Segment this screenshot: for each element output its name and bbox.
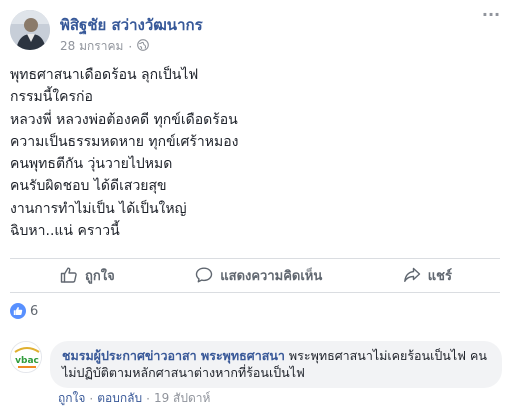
post-action-bar: ถูกใจ แสดงความคิดเห็น แชร์	[10, 259, 500, 291]
like-reaction-icon	[10, 303, 26, 319]
more-options-icon[interactable]: ···	[480, 7, 502, 26]
comment-like-link[interactable]: ถูกใจ	[58, 389, 85, 408]
post-meta: 28 มกราคม ·	[60, 37, 150, 56]
post-text-line: ความเป็นธรรมหดหาย ทุกข์เศร้าหมอง	[10, 133, 239, 150]
comment-author[interactable]: ชมรมผู้ประกาศข่าวอาสา พระพุทธศาสนา	[62, 348, 285, 363]
comment-button-label: แสดงความคิดเห็น	[220, 268, 323, 284]
share-button[interactable]: แชร์	[355, 260, 500, 290]
post-text-line: พุทธศาสนาเดือดร้อน ลุกเป็นไฟ	[10, 67, 199, 83]
commenter-avatar[interactable]: vbac	[10, 341, 42, 373]
svg-text:vbac: vbac	[15, 356, 39, 366]
globe-icon	[137, 39, 150, 54]
like-button-label: ถูกใจ	[85, 268, 115, 284]
post-text-line: ฉิบหา..แน่ คราวนี้	[10, 223, 120, 240]
post-body: พุทธศาสนาเดือดร้อน ลุกเป็นไฟ กรรมนี้ใครก…	[10, 64, 500, 242]
comment-button[interactable]: แสดงความคิดเห็น	[147, 260, 352, 290]
meta-separator: ·	[128, 39, 133, 54]
reaction-count: 6	[30, 303, 39, 319]
share-arrow-icon	[403, 267, 420, 282]
post-text-line: กรรมนี้ใครก่อ	[10, 89, 93, 106]
comment-separator: ·	[89, 391, 94, 406]
comment-bubble: ชมรมผู้ประกาศข่าวอาสา พระพุทธศาสนา พระพุท…	[50, 341, 502, 388]
post-text-line: คนรับผิดชอบ ได้ดีเสวยสุข	[10, 178, 167, 195]
comment-reply-link[interactable]: ตอบกลับ	[97, 389, 142, 408]
speech-bubble-icon	[196, 267, 213, 283]
divider	[10, 292, 500, 293]
comment-separator: ·	[146, 391, 150, 406]
post-author-name[interactable]: พิสิฐชัย สว่างวัฒนากร	[60, 13, 203, 37]
author-avatar[interactable]	[10, 10, 50, 50]
commenter-avatar-letter: vbac	[15, 356, 39, 366]
like-button[interactable]: ถูกใจ	[10, 260, 145, 290]
post-text-line: คนพุทธตีกัน วุ่นวายไปหมด	[10, 156, 173, 173]
post-date[interactable]: 28 มกราคม	[60, 37, 123, 56]
reactions-summary[interactable]: 6	[10, 303, 38, 319]
post-text-line: หลวงพี่ หลวงพ่อต้องคดี ทุกข์เดือดร้อน	[10, 111, 238, 128]
thumbs-up-icon	[60, 267, 77, 283]
comment-actions: ถูกใจ · ตอบกลับ · 19 สัปดาห์	[58, 389, 210, 408]
comment-timestamp[interactable]: 19 สัปดาห์	[154, 389, 210, 408]
post-text-line: งานการทำไม่เป็น ได้เป็นใหญ่	[10, 200, 187, 217]
share-button-label: แชร์	[427, 268, 452, 284]
post-header: พิสิฐชัย สว่างวัฒนากร 28 มกราคม · ···	[10, 6, 502, 58]
